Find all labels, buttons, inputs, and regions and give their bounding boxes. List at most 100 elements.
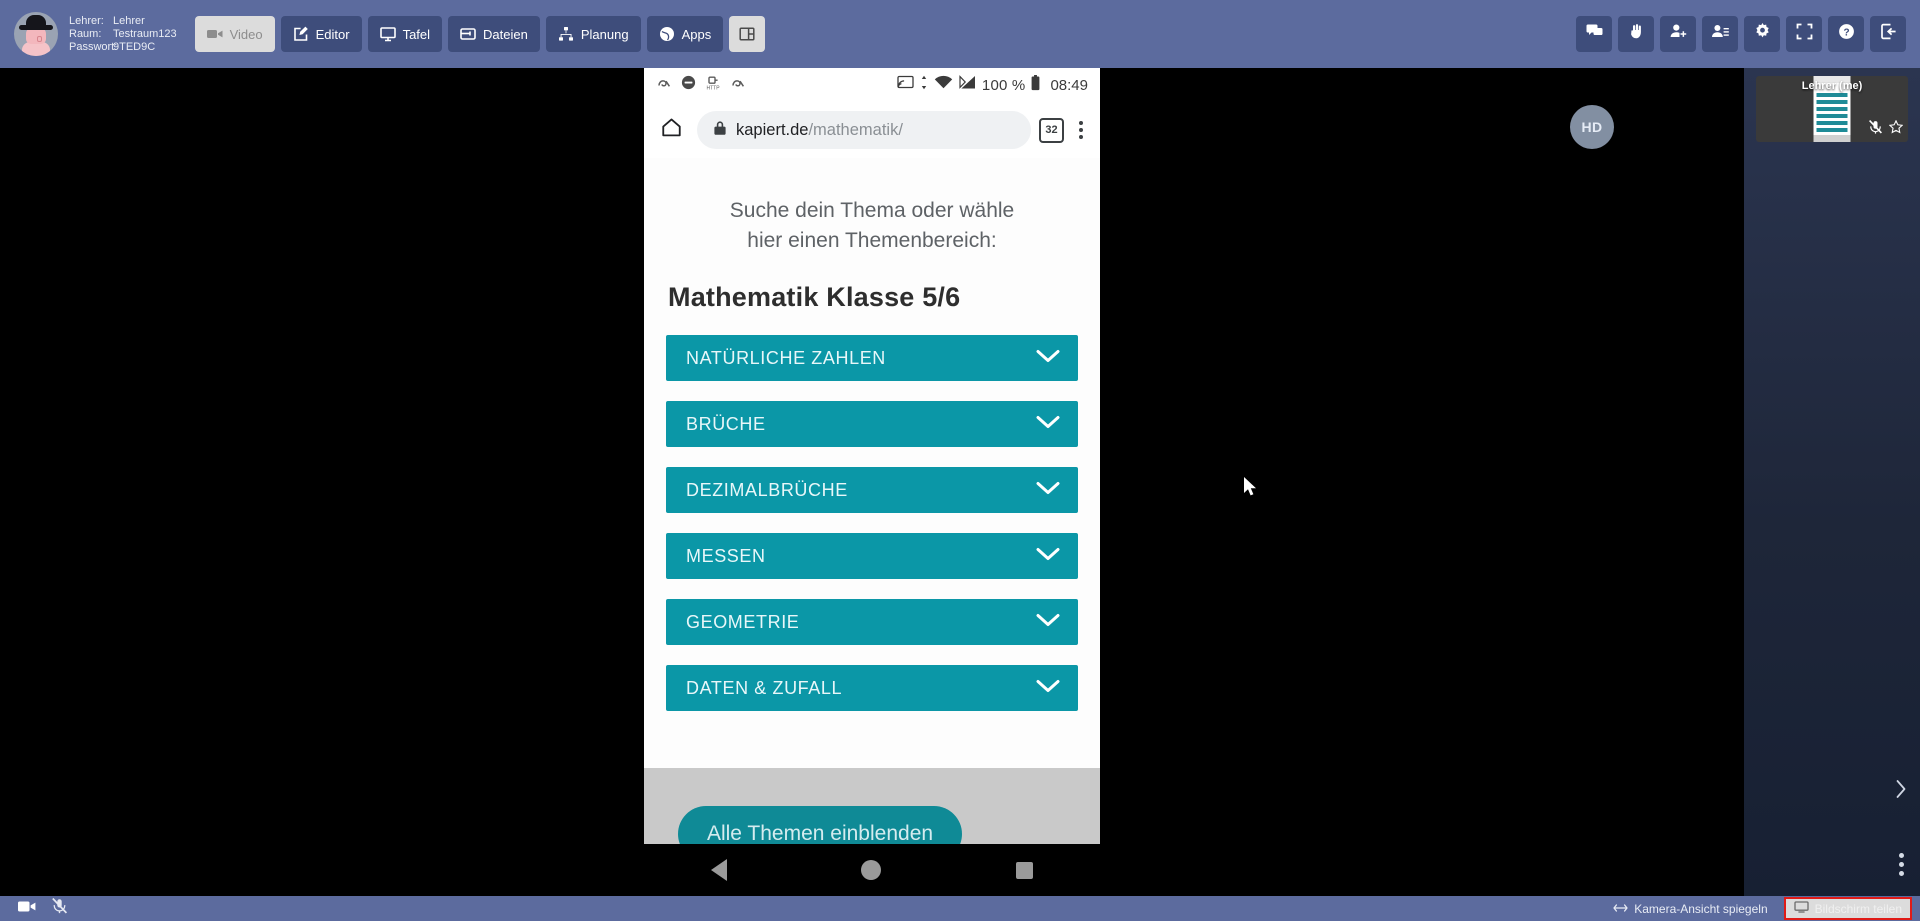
battery-icon [1031, 74, 1040, 96]
chevron-down-icon [1036, 349, 1060, 368]
svg-text:HTTP: HTTP [706, 85, 720, 91]
topic-label: GEOMETRIE [686, 611, 800, 632]
avatar-hat-brim [19, 25, 53, 30]
preview-row [1816, 100, 1848, 104]
kebab-dot-3 [1899, 871, 1904, 876]
app-root: Lehrer: Lehrer Raum: Testraum123 Passwor… [0, 0, 1920, 921]
mirror-arrows-icon [1613, 902, 1628, 916]
topic-label: DATEN & ZUFALL [686, 677, 843, 698]
topic-geometrie[interactable]: GEOMETRIE [666, 599, 1078, 645]
home-circle-icon[interactable] [861, 860, 882, 880]
topic-dezimalbrueche[interactable]: DEZIMALBRÜCHE [666, 467, 1078, 513]
status-left-icons: HTTP [656, 75, 746, 96]
svg-text:?: ? [1843, 27, 1849, 38]
android-nav-bar [644, 844, 1100, 896]
tab-planung[interactable]: Planung [545, 16, 641, 52]
url-path: /mathematik/ [808, 120, 903, 139]
recents-square-icon[interactable] [1015, 861, 1033, 879]
mirror-camera-button[interactable]: Kamera-Ansicht spiegeln [1605, 899, 1775, 919]
topic-natuerliche-zahlen[interactable]: NATÜRLICHE ZAHLEN [666, 335, 1078, 381]
video-camera-icon [206, 26, 223, 42]
gear-icon [1754, 23, 1771, 45]
page-lead-line-1: Suche dein Thema oder wähle [729, 199, 1015, 222]
logout-icon [1880, 23, 1897, 45]
hd-badge: HD [1570, 105, 1614, 149]
participant-tile[interactable]: Lehrer (me) [1756, 76, 1908, 142]
star-outline-icon[interactable] [1888, 119, 1904, 139]
tab-video[interactable]: Video [194, 16, 275, 52]
tab-dateien-label: Dateien [483, 26, 528, 42]
mirror-camera-label: Kamera-Ansicht spiegeln [1634, 901, 1768, 916]
topic-accordion-list: NATÜRLICHE ZAHLEN BRÜCHE DEZIMALBRÜCHE M… [666, 335, 1078, 711]
session-info: Lehrer: Lehrer Raum: Testraum123 Passwor… [69, 15, 177, 54]
topic-brueche[interactable]: BRÜCHE [666, 401, 1078, 447]
panel-collapse-button[interactable] [1894, 778, 1908, 805]
session-password-row: Passwort: 9TED9C [69, 41, 177, 54]
back-triangle-icon[interactable] [711, 859, 728, 881]
preview-row [1816, 107, 1848, 111]
cast-icon [897, 75, 914, 95]
wifi-icon [934, 75, 953, 95]
bottom-left-controls [6, 897, 68, 919]
folder-icon [460, 26, 476, 42]
participant-status-icons [1869, 119, 1904, 139]
logout-button[interactable] [1870, 16, 1906, 52]
add-user-icon [1670, 23, 1687, 45]
tab-video-label: Video [229, 26, 263, 42]
microphone-toggle-button[interactable] [52, 897, 68, 919]
tab-count-button[interactable]: 32 [1039, 117, 1064, 143]
session-room-row: Raum: Testraum123 [69, 28, 177, 41]
topic-messen[interactable]: MESSEN [666, 533, 1078, 579]
http-icon: HTTP [705, 75, 721, 96]
avira-icon [656, 75, 672, 96]
web-page-content: Suche dein Thema oder wähle hier einen T… [644, 158, 1100, 844]
help-button[interactable]: ? [1828, 16, 1864, 52]
add-user-button[interactable] [1660, 16, 1696, 52]
url-text: kapiert.de/mathematik/ [736, 121, 903, 140]
chat-icon [1586, 23, 1603, 45]
panel-overflow-menu[interactable] [1899, 853, 1904, 876]
fullscreen-icon [1796, 23, 1813, 45]
phone-status-bar: HTTP 100 % 08:49 [644, 68, 1100, 102]
chevron-down-icon [1036, 547, 1060, 566]
chevron-down-icon [1036, 613, 1060, 632]
url-host: kapiert.de [736, 120, 809, 139]
tab-editor[interactable]: Editor [280, 16, 362, 52]
show-all-topics-button[interactable]: Alle Themen einblenden [678, 806, 962, 844]
tab-tafel[interactable]: Tafel [367, 16, 443, 52]
settings-button[interactable] [1744, 16, 1780, 52]
kebab-dot-1 [1899, 853, 1904, 858]
browser-menu-button[interactable] [1072, 121, 1090, 139]
chevron-down-icon [1036, 679, 1060, 698]
tab-apps[interactable]: Apps [646, 16, 724, 52]
tab-layout[interactable] [729, 16, 766, 52]
url-bar[interactable]: kapiert.de/mathematik/ [697, 111, 1031, 149]
tab-tafel-label: Tafel [402, 26, 431, 42]
preview-row [1816, 121, 1848, 125]
shared-screen-view[interactable]: HTTP 100 % 08:49 kapiert.de/mathematik/ … [0, 68, 1744, 896]
participant-name: Lehrer (me) [1801, 80, 1863, 92]
fullscreen-button[interactable] [1786, 16, 1822, 52]
shared-android-screen: HTTP 100 % 08:49 kapiert.de/mathematik/ … [644, 68, 1100, 896]
preview-row [1816, 114, 1848, 118]
share-screen-button[interactable]: Bildschirm teilen [1783, 897, 1912, 920]
kebab-dot-1 [1079, 121, 1083, 125]
tab-dateien[interactable]: Dateien [448, 16, 540, 52]
topic-daten-zufall[interactable]: DATEN & ZUFALL [666, 665, 1078, 711]
topic-label: NATÜRLICHE ZAHLEN [686, 347, 886, 368]
avatar[interactable] [14, 12, 58, 56]
lock-icon [713, 120, 727, 141]
home-icon[interactable] [654, 116, 689, 144]
user-list-button[interactable] [1702, 16, 1738, 52]
tab-editor-label: Editor [315, 26, 350, 42]
globe-icon [659, 26, 675, 42]
preview-footer [1813, 135, 1851, 142]
chat-button[interactable] [1576, 16, 1612, 52]
signal-icon [959, 75, 976, 95]
avatar-body [22, 42, 50, 56]
raise-hand-button[interactable] [1618, 16, 1654, 52]
share-screen-label: Bildschirm teilen [1814, 901, 1902, 916]
monitor-icon [1793, 901, 1809, 916]
camera-toggle-button[interactable] [18, 900, 36, 918]
page-lead-text: Suche dein Thema oder wähle hier einen T… [666, 184, 1078, 256]
